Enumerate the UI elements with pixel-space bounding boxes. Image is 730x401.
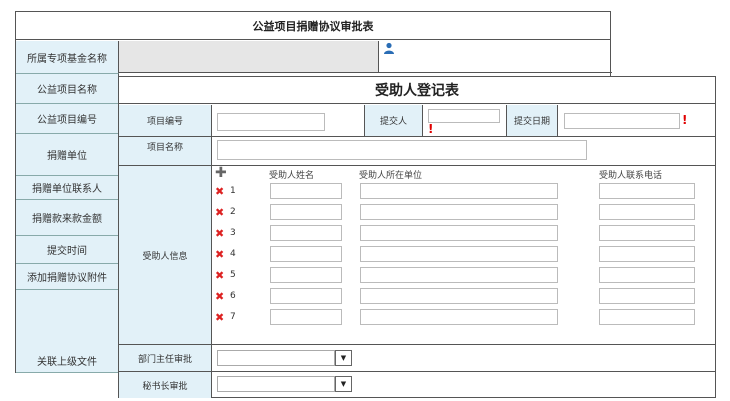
dept-approval-label: 部门主任审批 — [119, 345, 212, 371]
fund-name-label: 所属专项基金名称 — [16, 41, 119, 74]
recipient-unit-input[interactable] — [360, 288, 558, 304]
recipient-name-input[interactable] — [270, 204, 342, 220]
recipient-name-input[interactable] — [270, 225, 342, 241]
recipient-unit-input[interactable] — [360, 204, 558, 220]
row-number: 4 — [230, 249, 236, 259]
delete-row-icon[interactable]: ✖ — [215, 207, 224, 218]
recipient-unit-input[interactable] — [360, 246, 558, 262]
recipient-name-input[interactable] — [270, 288, 342, 304]
recipient-name-input[interactable] — [270, 309, 342, 325]
sec-approval-label: 秘书长审批 — [119, 372, 212, 398]
delete-row-icon[interactable]: ✖ — [215, 186, 224, 197]
recipient-name-input[interactable] — [270, 183, 342, 199]
back-form-title: 公益项目捐赠协议审批表 — [16, 12, 610, 40]
front-form-title: 受助人登记表 — [119, 77, 715, 104]
recipient-unit-input[interactable] — [360, 183, 558, 199]
recipient-name-input[interactable] — [270, 267, 342, 283]
submit-time-label: 提交时间 — [16, 236, 119, 264]
sec-approval-select[interactable] — [217, 376, 335, 392]
delete-row-icon[interactable]: ✖ — [215, 270, 224, 281]
project-name-label: 公益项目名称 — [16, 74, 119, 104]
user-icon[interactable] — [383, 42, 395, 54]
recipient-unit-input[interactable] — [360, 309, 558, 325]
recipient-unit-input[interactable] — [360, 267, 558, 283]
col-unit-header: 受助人所在单位 — [359, 171, 423, 181]
submitter-label: 提交人 — [364, 105, 423, 136]
row-number: 2 — [230, 207, 236, 217]
row-number: 1 — [230, 186, 236, 196]
recipient-phone-input[interactable] — [599, 183, 695, 199]
dept-approval-dropdown-button[interactable]: ▼ — [335, 350, 352, 366]
recipient-unit-input[interactable] — [360, 225, 558, 241]
donation-amount-label: 捐赠款来款金额 — [16, 200, 119, 236]
recipient-phone-input[interactable] — [599, 267, 695, 283]
recipient-registration-form: 受助人登记表 项目编号 提交人 ! 提交日期 ! 项目名称 受助人信息 ✚ 受助… — [118, 76, 716, 398]
col-name-header: 受助人姓名 — [269, 171, 315, 181]
fund-name-extra-cell — [379, 41, 612, 73]
row-number: 7 — [230, 312, 236, 322]
add-row-icon[interactable]: ✚ — [215, 166, 227, 180]
project-no-input[interactable] — [217, 113, 325, 131]
recipient-phone-input[interactable] — [599, 288, 695, 304]
col-phone-header: 受助人联系电话 — [599, 171, 663, 181]
delete-row-icon[interactable]: ✖ — [215, 291, 224, 302]
recipient-name-input[interactable] — [270, 246, 342, 262]
project-no-label: 项目编号 — [119, 105, 212, 136]
delete-row-icon[interactable]: ✖ — [215, 228, 224, 239]
row-number: 6 — [230, 291, 236, 301]
recipient-phone-input[interactable] — [599, 225, 695, 241]
add-attachment-label[interactable]: 添加捐赠协议附件 — [16, 264, 119, 290]
sec-approval-dropdown-button[interactable]: ▼ — [335, 376, 352, 392]
project-name-input[interactable] — [217, 140, 587, 160]
project-name-label: 项目名称 — [119, 137, 212, 165]
submitter-input[interactable] — [428, 109, 500, 123]
delete-row-icon[interactable]: ✖ — [215, 249, 224, 260]
submit-date-input[interactable] — [564, 113, 680, 129]
related-file-label: 关联上级文件 — [16, 290, 119, 373]
submit-date-label: 提交日期 — [506, 105, 558, 136]
submit-date-required-mark: ! — [682, 113, 688, 127]
recipient-phone-input[interactable] — [599, 246, 695, 262]
row-number: 5 — [230, 270, 236, 280]
donor-contact-label: 捐赠单位联系人 — [16, 176, 119, 200]
row-number: 3 — [230, 228, 236, 238]
recipient-info-label: 受助人信息 — [119, 166, 212, 344]
recipient-phone-input[interactable] — [599, 309, 695, 325]
submitter-required-mark: ! — [428, 122, 434, 136]
dept-approval-select[interactable] — [217, 350, 335, 366]
delete-row-icon[interactable]: ✖ — [215, 312, 224, 323]
fund-name-field[interactable] — [119, 41, 379, 73]
project-no-label: 公益项目编号 — [16, 104, 119, 134]
recipient-phone-input[interactable] — [599, 204, 695, 220]
donor-unit-label: 捐赠单位 — [16, 134, 119, 176]
